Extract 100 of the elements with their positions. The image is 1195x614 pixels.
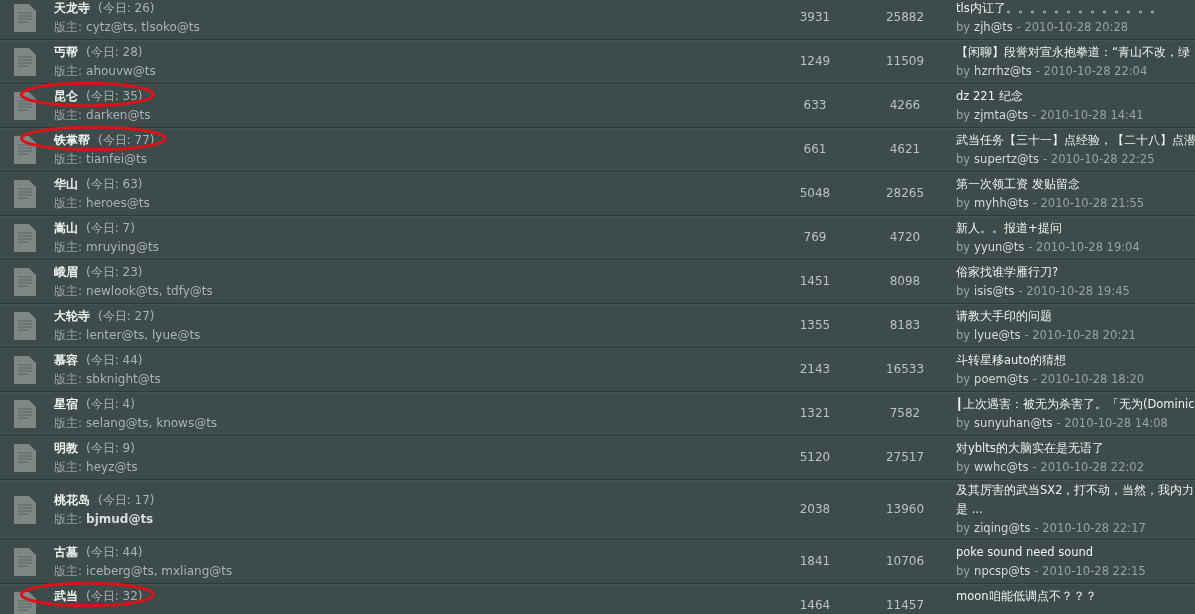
moderator-names[interactable]: ahouvw@ts [86, 62, 156, 80]
by-label: by [956, 18, 971, 36]
topic-count: 1451 [799, 273, 831, 290]
last-post-time: - 2010-10-28 19:45 [1018, 282, 1130, 300]
last-post-title[interactable]: 及其厉害的武当SX2，打不动，当然，我内力 [956, 482, 1195, 499]
last-post-user[interactable]: ziqing@ts [974, 520, 1031, 537]
last-post-user[interactable]: zjh@ts [974, 18, 1013, 36]
moderator-names[interactable]: mruying@ts [86, 238, 159, 256]
last-post-title[interactable]: ┃上次遇害：被无为杀害了。「无为(Dominic [956, 395, 1195, 413]
forum-name[interactable]: 大轮寺 [54, 307, 90, 325]
by-label: by [956, 414, 971, 432]
moderator-names[interactable]: lenter@ts, lyue@ts [86, 326, 201, 344]
forum-name[interactable]: 明教 [54, 439, 78, 457]
document-icon [14, 223, 36, 252]
last-post-user[interactable]: npcsp@ts [974, 562, 1031, 580]
last-post-title[interactable]: 对yblts的大脑实在是无语了 [956, 439, 1104, 457]
today-count: (今日: 23) [86, 263, 143, 281]
post-count: 27517 [885, 449, 925, 466]
today-count: (今日: 35) [86, 87, 143, 105]
post-count: 28265 [885, 185, 925, 202]
moderator-label: 版主: [54, 458, 83, 476]
last-post-title[interactable]: moon咱能低调点不？？？ [956, 587, 1097, 605]
topic-count: 3931 [799, 9, 831, 26]
last-post-user[interactable]: wwhc@ts [974, 458, 1029, 476]
topic-count: 1321 [799, 405, 831, 422]
last-post-user[interactable]: isis@ts [974, 282, 1015, 300]
post-count: 13960 [885, 501, 925, 518]
forum-name[interactable]: 星宿 [54, 395, 78, 413]
moderator-names[interactable]: bjmud@ts [86, 510, 154, 528]
last-post-title[interactable]: 请教大手印的问题 [956, 307, 1052, 325]
today-count: (今日: 32) [86, 587, 143, 605]
post-count: 7582 [889, 405, 921, 422]
topic-count: 5048 [799, 185, 831, 202]
by-label: by [956, 370, 971, 388]
document-icon [14, 311, 36, 340]
topic-count: 1464 [799, 597, 831, 614]
forum-name[interactable]: 古墓 [54, 543, 78, 561]
last-post-title-continued[interactable]: 是 ... [956, 501, 983, 518]
today-count: (今日: 7) [86, 219, 135, 237]
last-post-user[interactable]: supertz@ts [974, 150, 1040, 168]
topic-count: 2143 [799, 361, 831, 378]
last-post-user[interactable]: yyun@ts [974, 238, 1025, 256]
topic-count: 769 [803, 229, 827, 246]
document-icon [14, 355, 36, 384]
last-post-time: - 2010-10-28 14:08 [1056, 414, 1168, 432]
last-post-title[interactable]: 【闲聊】段誉对宣永抱拳道：“青山不改，绿 [956, 43, 1190, 61]
document-icon [14, 547, 36, 576]
moderator-names[interactable]: heyz@ts [86, 458, 138, 476]
moderator-names[interactable]: cytz@ts, tlsoko@ts [86, 18, 200, 36]
forum-name[interactable]: 丐帮 [54, 43, 78, 61]
post-count: 11457 [885, 597, 925, 614]
last-post-time: - 2010-10-28 22:15 [1034, 562, 1146, 580]
moderator-label: 版主: [54, 18, 83, 36]
last-post-user[interactable]: poem@ts [974, 370, 1029, 388]
last-post-title[interactable]: tls内讧了。。。。。。。。。。。。。 [956, 0, 1162, 17]
today-count: (今日: 26) [98, 0, 155, 17]
last-post-title[interactable]: dz 221 纪念 [956, 87, 1023, 105]
last-post-title[interactable]: 新人。。报道+提问 [956, 219, 1062, 237]
forum-name[interactable]: 峨眉 [54, 263, 78, 281]
last-post-title[interactable]: 第一次领工资 发贴留念 [956, 175, 1080, 193]
post-count: 4266 [889, 97, 921, 114]
moderator-names[interactable]: newlook@ts, tdfy@ts [86, 282, 213, 300]
moderator-names[interactable]: tianfei@ts [86, 150, 147, 168]
last-post-user[interactable]: sunyuhan@ts [974, 414, 1053, 432]
last-post-title[interactable]: poke sound need sound [956, 543, 1094, 561]
moderator-names[interactable]: selang@ts, knows@ts [86, 414, 218, 432]
moderator-names[interactable]: sbknight@ts [86, 370, 161, 388]
last-post-time: - 2010-10-28 22:02 [1032, 458, 1144, 476]
forum-name[interactable]: 华山 [54, 175, 78, 193]
forum-name[interactable]: 武当 [54, 587, 78, 605]
by-label: by [956, 106, 971, 124]
forum-name[interactable]: 嵩山 [54, 219, 78, 237]
forum-name[interactable]: 桃花岛 [54, 491, 90, 509]
topic-count: 661 [803, 141, 827, 158]
post-count: 4621 [889, 141, 921, 158]
last-post-user[interactable]: hzrrhz@ts [974, 62, 1032, 80]
moderator-names[interactable]: heroes@ts [86, 194, 150, 212]
last-post-title[interactable]: 斗转星移auto的猜想 [956, 351, 1066, 369]
moderator-names[interactable]: iceberg@ts, mxliang@ts [86, 562, 233, 580]
last-post-title[interactable]: 武当任务【三十一】点经验，【二十八】点潜 [956, 131, 1195, 149]
by-label: by [956, 520, 971, 537]
moderator-label: 版主: [54, 326, 83, 344]
by-label: by [956, 282, 971, 300]
last-post-time: - 2010-10-28 20:21 [1024, 326, 1136, 344]
moderator-label: 版主: [54, 194, 83, 212]
post-count: 10706 [885, 553, 925, 570]
last-post-user[interactable]: lyue@ts [974, 326, 1021, 344]
moderator-label: 版主: [54, 238, 83, 256]
forum-name[interactable]: 昆仑 [54, 87, 78, 105]
last-post-title[interactable]: 俗家找谁学雁行刀? [956, 263, 1059, 281]
forum-name[interactable]: 铁掌帮 [54, 131, 90, 149]
last-post-time: - 2010-10-28 22:25 [1043, 150, 1155, 168]
moderator-names[interactable]: darken@ts [86, 106, 151, 124]
post-count: 11509 [885, 53, 925, 70]
last-post-user[interactable]: myhh@ts [974, 194, 1029, 212]
by-label: by [956, 326, 971, 344]
forum-name[interactable]: 天龙寺 [54, 0, 90, 17]
last-post-user[interactable]: zjmta@ts [974, 106, 1029, 124]
post-count: 4720 [889, 229, 921, 246]
forum-name[interactable]: 慕容 [54, 351, 78, 369]
